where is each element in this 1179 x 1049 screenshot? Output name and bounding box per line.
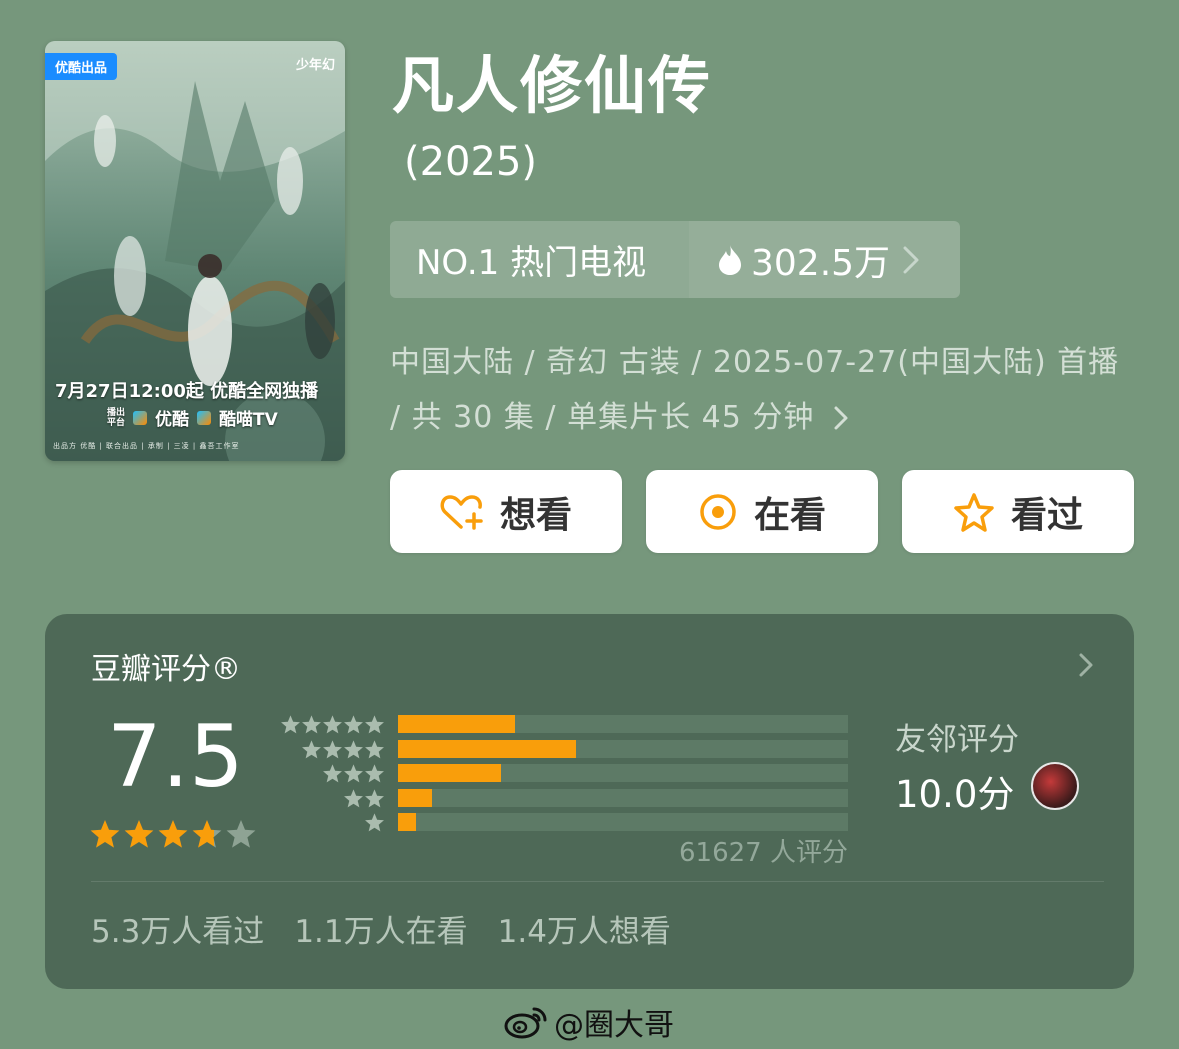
meta-text: 中国大陆 / 奇幻 古装 / 2025-07-27(中国大陆) 首播 / 共 3… xyxy=(390,345,1120,435)
avatar[interactable] xyxy=(1031,762,1079,810)
show-year: (2025) xyxy=(404,139,538,185)
vote-count: 61627 人评分 xyxy=(679,838,848,868)
star-icon xyxy=(344,788,363,807)
distribution-bar-track xyxy=(398,715,848,733)
distribution-star-row xyxy=(277,739,385,764)
distribution-bar-track xyxy=(398,788,848,807)
poster-tag: 优酷出品 xyxy=(45,53,118,80)
heat-button[interactable]: 302.5万 xyxy=(689,221,960,298)
star-icon xyxy=(158,820,188,848)
weibo-logo-icon xyxy=(504,1007,547,1039)
distribution-bar xyxy=(398,813,416,831)
chevron-right-icon xyxy=(903,246,919,273)
distribution-bar xyxy=(398,739,576,758)
star-icon xyxy=(365,715,384,734)
star-icon xyxy=(302,715,321,734)
rating-score: 7.5 xyxy=(107,707,244,807)
distribution-star-row xyxy=(277,763,385,788)
heat-value: 302.5万 xyxy=(751,242,891,284)
distribution-star-row xyxy=(277,788,385,813)
poster-platforms: 播出 平台 优酷 酷喵TV xyxy=(107,405,278,431)
chevron-right-icon[interactable] xyxy=(1078,652,1094,678)
star-icon xyxy=(365,813,384,832)
heart-plus-icon xyxy=(440,494,483,530)
viewer-stats: 5.3万人看过 1.1万人在看 1.4万人想看 xyxy=(91,906,671,951)
distribution-bar-track xyxy=(398,764,848,782)
star-icon xyxy=(302,739,321,758)
poster-credits: 出品方 优酷 | 联合出品 | 承制 | 三凌 | 鑫吾工作室 xyxy=(53,442,240,450)
stat-watched[interactable]: 5.3万人看过 xyxy=(91,906,264,951)
star-outline-icon xyxy=(954,492,994,532)
poster-release-text: 7月27日12:00起 优酷全网独播 xyxy=(55,381,319,402)
weibo-watermark: @圈大哥 xyxy=(504,1000,674,1044)
poster-image[interactable]: 优酷出品 少年幻 7月27日12:00起 优酷全网独播 播出 平台 优酷 酷喵T… xyxy=(45,41,345,461)
rating-distribution xyxy=(398,715,848,838)
watching-button[interactable]: 在看 xyxy=(646,470,878,553)
star-icon xyxy=(226,820,256,848)
stat-watching[interactable]: 1.1万人在看 xyxy=(294,906,467,951)
want-to-watch-button[interactable]: 想看 xyxy=(390,470,622,553)
star-icon xyxy=(323,764,342,783)
star-icon xyxy=(323,739,342,758)
douban-rating-card[interactable]: 豆瓣评分® 7.5 61627 人评分 友邻评分 10.0分 5.3万人看过 1… xyxy=(45,614,1134,989)
rating-stars xyxy=(89,818,257,850)
chevron-right-icon xyxy=(834,406,848,430)
star-icon xyxy=(192,820,222,848)
watched-label: 看过 xyxy=(1010,494,1083,536)
star-icon xyxy=(344,715,363,734)
distribution-bar xyxy=(398,764,501,782)
distribution-star-labels xyxy=(277,714,385,837)
star-icon xyxy=(344,764,363,783)
want-label: 想看 xyxy=(499,494,572,536)
kumiao-logo-icon xyxy=(197,410,212,425)
distribution-bar xyxy=(398,715,515,733)
show-title: 凡人修仙传 xyxy=(392,49,713,122)
poster-platform-1: 优酷 xyxy=(155,410,190,430)
target-icon xyxy=(700,493,736,530)
youku-logo-icon xyxy=(133,410,148,425)
watching-label: 在看 xyxy=(753,494,826,536)
show-meta[interactable]: 中国大陆 / 奇幻 古装 / 2025-07-27(中国大陆) 首播 / 共 3… xyxy=(390,335,1130,445)
distribution-star-row xyxy=(277,812,385,837)
watermark-text: @圈大哥 xyxy=(554,1008,674,1043)
star-icon xyxy=(281,715,300,734)
friend-rating-label: 友邻评分 xyxy=(895,722,1019,758)
stat-want[interactable]: 1.4万人想看 xyxy=(498,906,671,951)
distribution-bar-track xyxy=(398,813,848,831)
distribution-star-row xyxy=(277,714,385,739)
star-icon xyxy=(323,715,342,734)
rank-bar[interactable]: NO.1 热门电视 302.5万 xyxy=(390,221,960,298)
watched-button[interactable]: 看过 xyxy=(902,470,1134,553)
flame-icon xyxy=(719,244,741,275)
distribution-bar-track xyxy=(398,739,848,758)
star-icon xyxy=(124,820,154,848)
poster-brand: 少年幻 xyxy=(295,58,335,73)
star-icon xyxy=(365,764,384,783)
star-icon xyxy=(365,739,384,758)
star-icon xyxy=(344,739,363,758)
rank-label[interactable]: NO.1 热门电视 xyxy=(390,221,689,298)
divider xyxy=(91,881,1104,882)
distribution-bar xyxy=(398,788,432,807)
poster-platform-2: 酷喵TV xyxy=(219,410,278,430)
poster-platform-prefix: 播出 平台 xyxy=(107,407,126,428)
rating-title: 豆瓣评分® xyxy=(91,652,241,687)
star-icon xyxy=(90,820,120,848)
friend-rating-score: 10.0分 xyxy=(895,773,1015,816)
star-icon xyxy=(365,788,384,807)
